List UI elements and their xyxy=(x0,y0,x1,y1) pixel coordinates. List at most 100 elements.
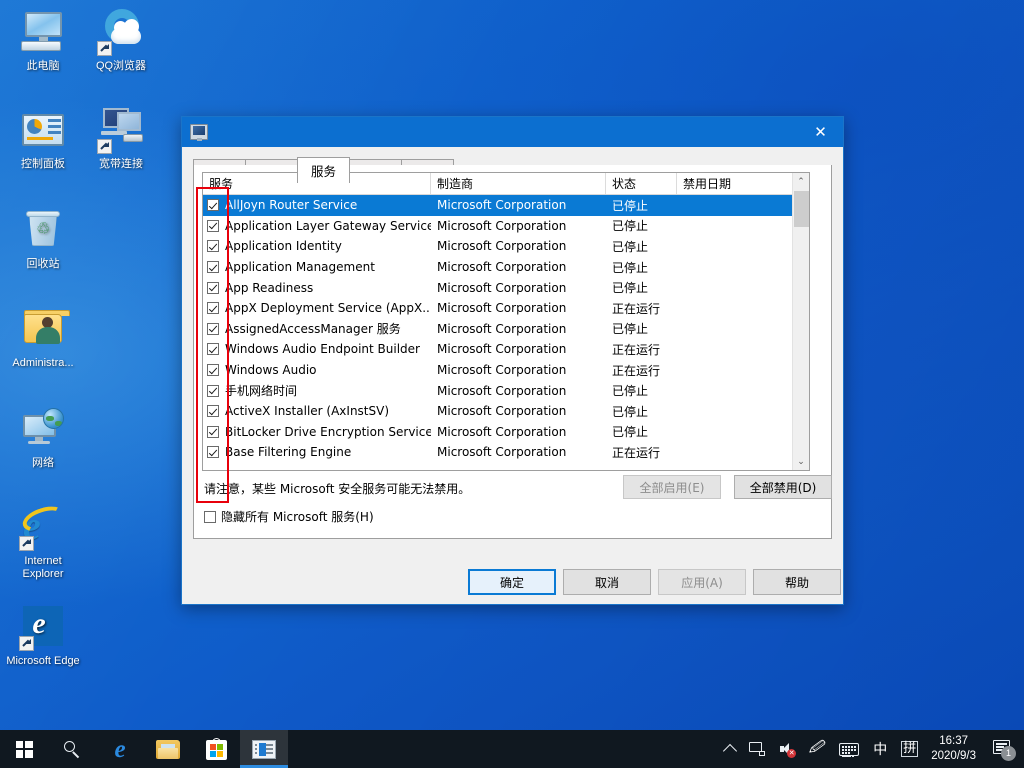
show-hidden-icons-button[interactable] xyxy=(718,730,742,768)
table-row[interactable]: AssignedAccessManager 服务Microsoft Corpor… xyxy=(203,319,809,340)
cell-manufacturer: Microsoft Corporation xyxy=(431,198,606,212)
search-button[interactable] xyxy=(48,730,96,768)
desktop-icon-recycle-bin[interactable]: ♲ 回收站 xyxy=(4,206,82,271)
checkbox-box[interactable] xyxy=(207,199,219,211)
checkbox-box[interactable] xyxy=(204,511,216,523)
enable-all-button[interactable]: 全部启用(E) xyxy=(623,475,721,499)
network-icon xyxy=(749,742,765,756)
dialog-titlebar[interactable]: ✕ xyxy=(182,117,843,147)
services-listview[interactable]: 服务 制造商 状态 禁用日期 AllJoyn Router ServiceMic… xyxy=(202,172,810,471)
pen-tray-button[interactable]: 🖉 xyxy=(802,730,832,768)
apply-button[interactable]: 应用(A) xyxy=(658,569,746,595)
scroll-up-icon[interactable]: ⌃ xyxy=(793,173,809,190)
checkbox-box[interactable] xyxy=(207,405,219,417)
system-configuration-dialog[interactable]: ✕ 常规 引导 服务 启动 工具 服务 制造商 状态 禁用日期 AllJoyn … xyxy=(181,116,844,605)
table-row[interactable]: Windows Audio Endpoint BuilderMicrosoft … xyxy=(203,339,809,360)
listview-scrollbar[interactable]: ⌃ ⌄ xyxy=(792,173,809,470)
service-enabled-checkbox[interactable] xyxy=(203,282,223,294)
disable-all-button[interactable]: 全部禁用(D) xyxy=(734,475,832,499)
this-pc-icon xyxy=(19,8,67,56)
table-row[interactable]: App ReadinessMicrosoft Corporation已停止 xyxy=(203,277,809,298)
edge-icon: e xyxy=(114,737,125,762)
desktop-icon-broadband-connection[interactable]: 宽带连接 xyxy=(82,106,160,171)
service-enabled-checkbox[interactable] xyxy=(203,364,223,376)
table-row[interactable]: Base Filtering EngineMicrosoft Corporati… xyxy=(203,442,809,463)
service-enabled-checkbox[interactable] xyxy=(203,343,223,355)
clock[interactable]: 16:37 2020/9/3 xyxy=(925,734,986,764)
service-enabled-checkbox[interactable] xyxy=(203,261,223,273)
table-row[interactable]: Application IdentityMicrosoft Corporatio… xyxy=(203,236,809,257)
system-tray[interactable]: ✕ 🖉 中 拼 16:37 2020/9/3 xyxy=(718,730,1024,768)
cell-status: 已停止 xyxy=(606,279,677,296)
service-enabled-checkbox[interactable] xyxy=(203,323,223,335)
table-row[interactable]: BitLocker Drive Encryption ServiceMicros… xyxy=(203,422,809,443)
table-row[interactable]: AppX Deployment Service (AppX...Microsof… xyxy=(203,298,809,319)
checkbox-box[interactable] xyxy=(207,385,219,397)
service-enabled-checkbox[interactable] xyxy=(203,426,223,438)
taskbar[interactable]: e xyxy=(0,730,1024,768)
start-button[interactable] xyxy=(0,730,48,768)
checkbox-box[interactable] xyxy=(207,261,219,273)
desktop[interactable]: 此电脑 QQ浏览器 控制面板 宽带连接 ♲ 回收站 Admin xyxy=(0,0,1024,768)
scrollbar-thumb[interactable] xyxy=(794,191,809,227)
close-icon[interactable]: ✕ xyxy=(798,117,843,147)
file-explorer-taskbar-button[interactable] xyxy=(144,730,192,768)
touch-keyboard-button[interactable] xyxy=(832,730,866,768)
checkbox-box[interactable] xyxy=(207,220,219,232)
ime-pinyin-button[interactable]: 拼 xyxy=(894,730,925,768)
service-enabled-checkbox[interactable] xyxy=(203,199,223,211)
desktop-icon-qq-browser[interactable]: QQ浏览器 xyxy=(82,8,160,73)
table-row[interactable]: AllJoyn Router ServiceMicrosoft Corporat… xyxy=(203,195,809,216)
desktop-icon-administrator[interactable]: Administra... xyxy=(4,305,82,370)
ime-mode-indicator[interactable]: 中 xyxy=(866,730,894,768)
table-row[interactable]: Application ManagementMicrosoft Corporat… xyxy=(203,257,809,278)
checkbox-box[interactable] xyxy=(207,323,219,335)
table-row[interactable]: Application Layer Gateway ServiceMicroso… xyxy=(203,216,809,237)
column-header-manufacturer[interactable]: 制造商 xyxy=(431,173,606,194)
microsoft-store-taskbar-button[interactable] xyxy=(192,730,240,768)
desktop-icon-microsoft-edge[interactable]: e Microsoft Edge xyxy=(4,603,82,668)
hide-microsoft-services-checkbox[interactable]: 隐藏所有 Microsoft 服务(H) xyxy=(204,508,374,525)
tab-services[interactable]: 服务 xyxy=(297,157,350,183)
cell-manufacturer: Microsoft Corporation xyxy=(431,301,606,315)
help-button[interactable]: 帮助 xyxy=(753,569,841,595)
service-enabled-checkbox[interactable] xyxy=(203,302,223,314)
checkbox-box[interactable] xyxy=(207,426,219,438)
checkbox-box[interactable] xyxy=(207,240,219,252)
shortcut-arrow-icon xyxy=(97,139,112,154)
service-enabled-checkbox[interactable] xyxy=(203,240,223,252)
desktop-icon-label: 回收站 xyxy=(4,258,82,271)
checkbox-box[interactable] xyxy=(207,302,219,314)
scroll-down-icon[interactable]: ⌄ xyxy=(793,453,809,470)
service-enabled-checkbox[interactable] xyxy=(203,446,223,458)
cell-service-name: ActiveX Installer (AxInstSV) xyxy=(223,404,431,418)
checkbox-box[interactable] xyxy=(207,343,219,355)
cell-status: 已停止 xyxy=(606,320,677,337)
keyboard-icon xyxy=(839,743,859,756)
edge-taskbar-button[interactable]: e xyxy=(96,730,144,768)
table-row[interactable]: 手机网络时间Microsoft Corporation已停止 xyxy=(203,380,809,401)
column-header-disabled-date[interactable]: 禁用日期 xyxy=(677,173,795,194)
desktop-icon-this-pc[interactable]: 此电脑 xyxy=(4,8,82,73)
desktop-icon-internet-explorer[interactable]: e Internet Explorer xyxy=(4,503,82,581)
msconfig-taskbar-button[interactable] xyxy=(240,730,288,768)
ok-button[interactable]: 确定 xyxy=(468,569,556,595)
table-row[interactable]: Windows AudioMicrosoft Corporation正在运行 xyxy=(203,360,809,381)
checkbox-box[interactable] xyxy=(207,364,219,376)
cancel-button[interactable]: 取消 xyxy=(563,569,651,595)
recycle-bin-icon: ♲ xyxy=(19,206,67,254)
broadband-connection-icon xyxy=(97,106,145,154)
network-tray-button[interactable] xyxy=(742,730,772,768)
checkbox-box[interactable] xyxy=(207,282,219,294)
column-header-status[interactable]: 状态 xyxy=(606,173,677,194)
cell-service-name: Windows Audio xyxy=(223,363,431,377)
volume-tray-button[interactable]: ✕ xyxy=(772,730,802,768)
service-enabled-checkbox[interactable] xyxy=(203,220,223,232)
desktop-icon-control-panel[interactable]: 控制面板 xyxy=(4,106,82,171)
action-center-button[interactable]: 1 xyxy=(986,730,1024,768)
checkbox-box[interactable] xyxy=(207,446,219,458)
desktop-icon-network[interactable]: 网络 xyxy=(4,405,82,470)
service-enabled-checkbox[interactable] xyxy=(203,385,223,397)
table-row[interactable]: ActiveX Installer (AxInstSV)Microsoft Co… xyxy=(203,401,809,422)
service-enabled-checkbox[interactable] xyxy=(203,405,223,417)
